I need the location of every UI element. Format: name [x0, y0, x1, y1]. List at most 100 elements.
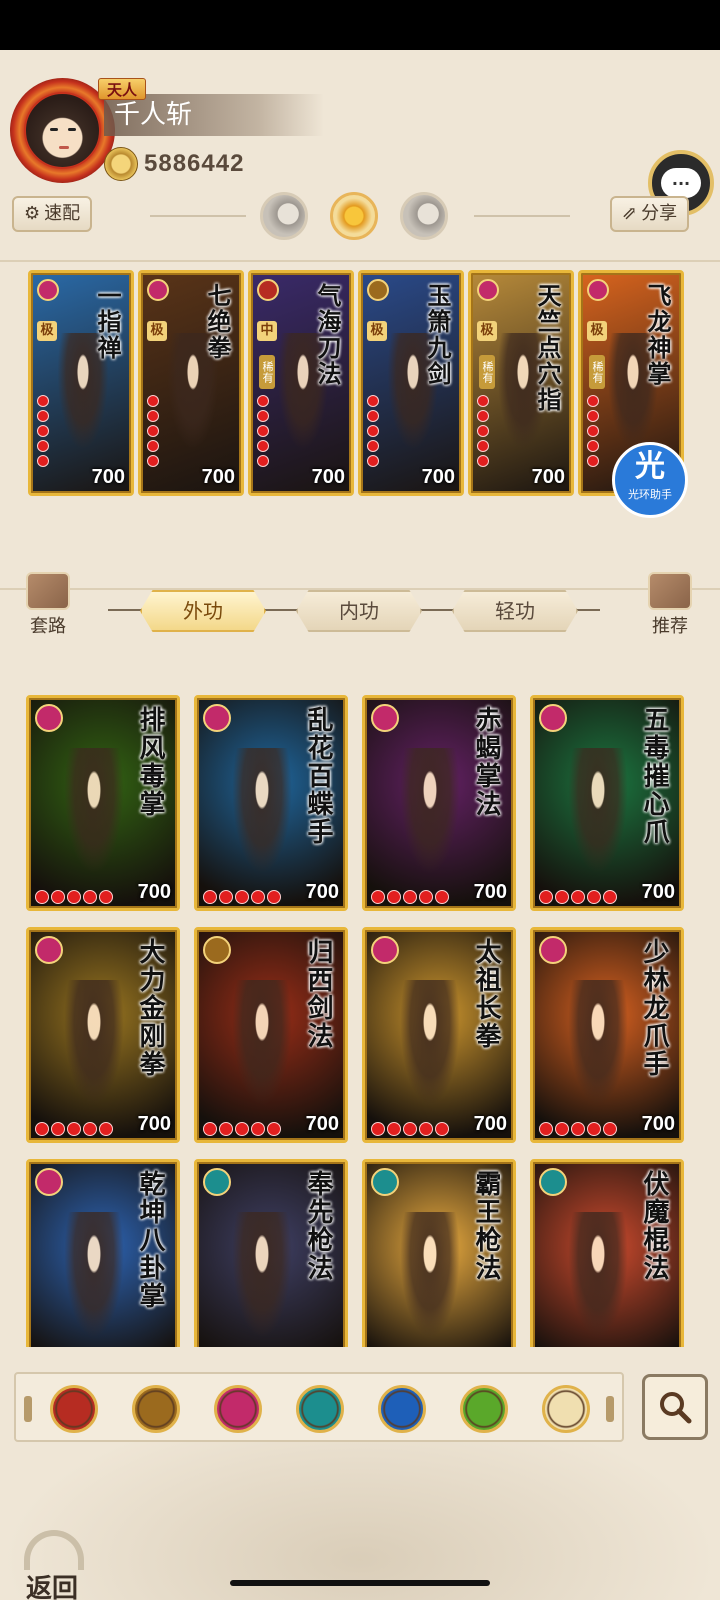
level-dots: [203, 890, 281, 904]
share-button[interactable]: ⇗ 分享: [610, 196, 690, 232]
loadout-eclipse-icon[interactable]: [400, 192, 448, 240]
routine-label: 套路: [30, 616, 66, 637]
level-dot: [403, 890, 417, 904]
grade-tag: 极: [147, 321, 167, 341]
character-art: [395, 980, 465, 1120]
level-dot: [37, 395, 49, 407]
skill-name: 天竺点穴指: [533, 283, 562, 413]
skill-card[interactable]: 大力金刚拳 700: [26, 927, 180, 1143]
level-dot: [51, 890, 65, 904]
level-dot: [257, 455, 269, 467]
skill-name: 归西剑法: [303, 938, 333, 1050]
skill-list[interactable]: 排风毒掌 700 乱花百蝶手 700 赤蝎掌法 700 五毒摧心爪 700 大力金刚拳 700 归西…: [0, 695, 720, 1347]
share-icon: ⇗: [622, 203, 638, 224]
level-dot: [219, 1122, 233, 1136]
skill-card[interactable]: 乱花百蝶手 700: [194, 695, 348, 911]
level-dot: [419, 890, 433, 904]
fan-school-icon[interactable]: [296, 1385, 344, 1433]
skill-value: 700: [421, 466, 455, 488]
level-dot: [235, 1122, 249, 1136]
equipped-skill-card[interactable]: 气海刀法 中稀有 700: [248, 270, 354, 496]
recommend-label: 推荐: [652, 616, 688, 637]
back-button[interactable]: 返回: [18, 1530, 98, 1600]
loadout-moon-icon[interactable]: [260, 192, 308, 240]
palm-school-icon[interactable]: [214, 1385, 262, 1433]
level-dot: [147, 395, 159, 407]
gear-icon: ⚙: [24, 203, 41, 224]
helper-badge[interactable]: 光 光环助手: [612, 442, 688, 518]
level-dot: [235, 890, 249, 904]
equipped-skill-card[interactable]: 玉箫九剑 极 700: [358, 270, 464, 496]
skill-name: 七绝拳: [203, 283, 232, 361]
skill-value: 700: [641, 881, 675, 903]
sword-school-icon[interactable]: [132, 1385, 180, 1433]
search-button[interactable]: [642, 1374, 708, 1440]
hand-school-icon[interactable]: [460, 1385, 508, 1433]
grade-tag: 极: [367, 321, 387, 341]
skill-card[interactable]: 霸王枪法: [362, 1159, 516, 1347]
level-dot: [203, 890, 217, 904]
back-label: 返回: [26, 1574, 79, 1600]
level-dot: [587, 890, 601, 904]
divider-line: [474, 215, 570, 217]
tab-outer-skill[interactable]: 外功: [140, 590, 266, 632]
skill-name: 霸王枪法: [471, 1170, 501, 1282]
skill-card[interactable]: 排风毒掌 700: [26, 695, 180, 911]
equipped-skill-card[interactable]: 七绝拳 极 700: [138, 270, 244, 496]
search-icon: [660, 1392, 692, 1424]
skill-card[interactable]: 赤蝎掌法 700: [362, 695, 516, 911]
skill-value: 700: [531, 466, 565, 488]
skill-value: 700: [305, 881, 339, 903]
coin-value: 5886442: [144, 150, 245, 177]
level-dot: [603, 1122, 617, 1136]
cards-icon: [648, 572, 692, 610]
character-art: [563, 748, 633, 888]
school-filter-bar: [14, 1372, 624, 1442]
equipped-skill-card[interactable]: 天竺点穴指 极稀有 700: [468, 270, 574, 496]
skill-card[interactable]: 伏魔棍法: [530, 1159, 684, 1347]
level-dot: [387, 890, 401, 904]
level-dot: [571, 1122, 585, 1136]
loadout-sun-icon[interactable]: [330, 192, 378, 240]
routine-button[interactable]: 套路: [18, 572, 78, 637]
quick-assign-button[interactable]: ⚙ 速配: [12, 196, 93, 232]
level-dot: [257, 425, 269, 437]
level-dot: [367, 425, 379, 437]
quick-assign-label: 速配: [44, 203, 81, 224]
school-icon: [539, 1168, 567, 1196]
game-screen: 千人斩 天人 5886442 ··· ⚙ 速配 ⇗ 分享 一指禅 极 700 七绝拳 极…: [0, 50, 720, 1600]
level-dot: [477, 455, 489, 467]
level-dot: [387, 1122, 401, 1136]
level-dots: [371, 1122, 449, 1136]
skill-name: 伏魔棍法: [639, 1170, 669, 1282]
level-dot: [37, 455, 49, 467]
level-dot: [371, 890, 385, 904]
skill-value: 700: [137, 1113, 171, 1135]
rarity-tag: 稀有: [479, 355, 495, 389]
skill-card[interactable]: 少林龙爪手 700: [530, 927, 684, 1143]
grade-tag: 极: [37, 321, 57, 341]
blade-school-icon[interactable]: [50, 1385, 98, 1433]
avatar-eye: [50, 128, 58, 131]
skill-name: 玉箫九剑: [423, 283, 452, 387]
skill-card[interactable]: 太祖长拳 700: [362, 927, 516, 1143]
tab-light-skill[interactable]: 轻功: [452, 590, 578, 632]
level-dot: [51, 1122, 65, 1136]
home-indicator[interactable]: [230, 1580, 490, 1586]
character-art: [563, 980, 633, 1120]
skill-card[interactable]: 归西剑法 700: [194, 927, 348, 1143]
equipped-skill-card[interactable]: 一指禅 极 700: [28, 270, 134, 496]
level-dot: [219, 890, 233, 904]
taiji-school-icon[interactable]: [378, 1385, 426, 1433]
level-dot: [435, 890, 449, 904]
skill-card[interactable]: 乾坤八卦掌: [26, 1159, 180, 1347]
skill-card[interactable]: 奉先枪法: [194, 1159, 348, 1347]
character-art: [59, 980, 129, 1120]
school-icon: [35, 1168, 63, 1196]
tab-inner-skill[interactable]: 内功: [296, 590, 422, 632]
recommend-button[interactable]: 推荐: [640, 572, 700, 637]
level-dots: [539, 1122, 617, 1136]
triangle-all-icon[interactable]: [542, 1385, 590, 1433]
skill-card[interactable]: 五毒摧心爪 700: [530, 695, 684, 911]
level-dot: [267, 890, 281, 904]
